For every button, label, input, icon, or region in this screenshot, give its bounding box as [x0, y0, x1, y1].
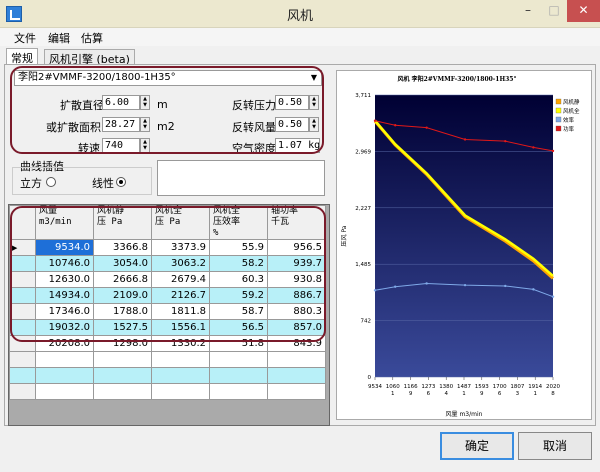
y-tick-label: 2,969: [355, 149, 371, 155]
data-point: [394, 124, 397, 127]
title-bar: 风机 – □ ✕: [0, 0, 600, 28]
data-point: [373, 289, 377, 292]
data-point: [532, 146, 535, 149]
data-point: [551, 295, 555, 298]
grid-cell[interactable]: [267, 367, 326, 384]
x-tick-label: 1487 1: [457, 384, 471, 397]
data-point: [425, 282, 428, 285]
notes-textbox[interactable]: [157, 160, 325, 196]
cubic-label: 立方: [20, 177, 42, 190]
ok-button[interactable]: 确定: [440, 432, 514, 460]
grid-cell[interactable]: [267, 351, 326, 368]
data-point: [463, 283, 467, 287]
grid-cell[interactable]: [151, 367, 210, 384]
menu-edit[interactable]: 编辑: [48, 30, 70, 46]
y-tick-label: 3,711: [355, 93, 371, 99]
x-tick-label: 1060 1: [386, 384, 400, 397]
y-tick-label: 0: [368, 375, 372, 381]
data-point: [463, 138, 467, 141]
linear-label: 线性: [92, 177, 114, 190]
cancel-button[interactable]: 取消: [518, 432, 592, 460]
legend-swatch: [555, 125, 562, 132]
parameters-highlight: [10, 66, 324, 154]
window-title: 风机: [286, 9, 313, 24]
data-point: [504, 139, 507, 143]
y-tick-label: 2,227: [355, 206, 371, 212]
grid-cell[interactable]: [151, 351, 210, 368]
data-point: [504, 284, 507, 288]
y-axis-label: 压风 Pa: [341, 225, 348, 246]
chart-title: 风机 李阳2#VMMF-3200/1800-1H35°: [398, 75, 517, 83]
row-header: [9, 351, 36, 368]
x-tick-label: 1914 1: [528, 384, 542, 397]
x-tick-label: 1273 6: [421, 384, 435, 397]
legend-label: 风机静: [563, 98, 580, 106]
maximize-button[interactable]: □: [541, 0, 567, 22]
row-header: [9, 367, 36, 384]
data-point: [425, 126, 428, 129]
fan-curve-chart: 风机 李阳2#VMMF-3200/1800-1H35° 0 742 1,485 2,2…: [341, 75, 580, 418]
minimize-button[interactable]: –: [515, 0, 541, 22]
grid-cell[interactable]: [209, 383, 268, 400]
x-tick-label: 1700 6: [493, 384, 507, 397]
linear-radio[interactable]: [116, 177, 126, 187]
grid-cell[interactable]: [151, 383, 210, 400]
legend-swatch: [555, 107, 562, 114]
grid-cell[interactable]: [93, 367, 152, 384]
grid-cell[interactable]: [209, 351, 268, 368]
legend-label: 效率: [563, 116, 575, 124]
plot-area: [375, 95, 553, 377]
legend-label: 风机全: [563, 107, 580, 115]
grid-cell[interactable]: [35, 351, 94, 368]
legend-swatch: [555, 98, 562, 105]
x-tick-label: 1380 4: [439, 384, 453, 397]
data-point: [532, 288, 535, 291]
table-row-empty[interactable]: [9, 367, 326, 384]
x-tick-label: 2020 8: [546, 384, 560, 397]
table-row-empty[interactable]: [9, 351, 326, 368]
data-point: [551, 149, 555, 153]
grid-highlight: [10, 206, 326, 342]
y-tick-label: 742: [361, 319, 372, 325]
x-tick-label: 1593 9: [475, 384, 489, 397]
grid-cell[interactable]: [35, 367, 94, 384]
x-axis-label: 风量 m3/min: [446, 411, 483, 418]
table-row-empty[interactable]: [9, 383, 326, 400]
legend-label: 功率: [563, 125, 575, 133]
menu-estimate[interactable]: 估算: [81, 30, 103, 46]
row-header: [9, 383, 36, 400]
menu-file[interactable]: 文件: [14, 30, 36, 46]
grid-cell[interactable]: [93, 351, 152, 368]
legend-swatch: [555, 116, 562, 123]
x-tick-label: 1166 9: [404, 384, 418, 397]
data-point: [394, 285, 397, 288]
x-tick-label: 1807 3: [510, 384, 524, 397]
chart-panel: 风机 李阳2#VMMF-3200/1800-1H35° 0 742 1,485 2,2…: [336, 70, 592, 420]
menu-bar: 文件 编辑 估算: [0, 28, 600, 46]
grid-cell[interactable]: [267, 383, 326, 400]
grid-cell[interactable]: [209, 367, 268, 384]
x-tick-label: 9534: [368, 384, 382, 390]
grid-cell[interactable]: [35, 383, 94, 400]
close-button[interactable]: ✕: [567, 0, 600, 22]
cubic-radio[interactable]: [46, 177, 56, 187]
data-point: [373, 119, 377, 122]
grid-cell[interactable]: [93, 383, 152, 400]
y-tick-label: 1,485: [355, 262, 371, 268]
